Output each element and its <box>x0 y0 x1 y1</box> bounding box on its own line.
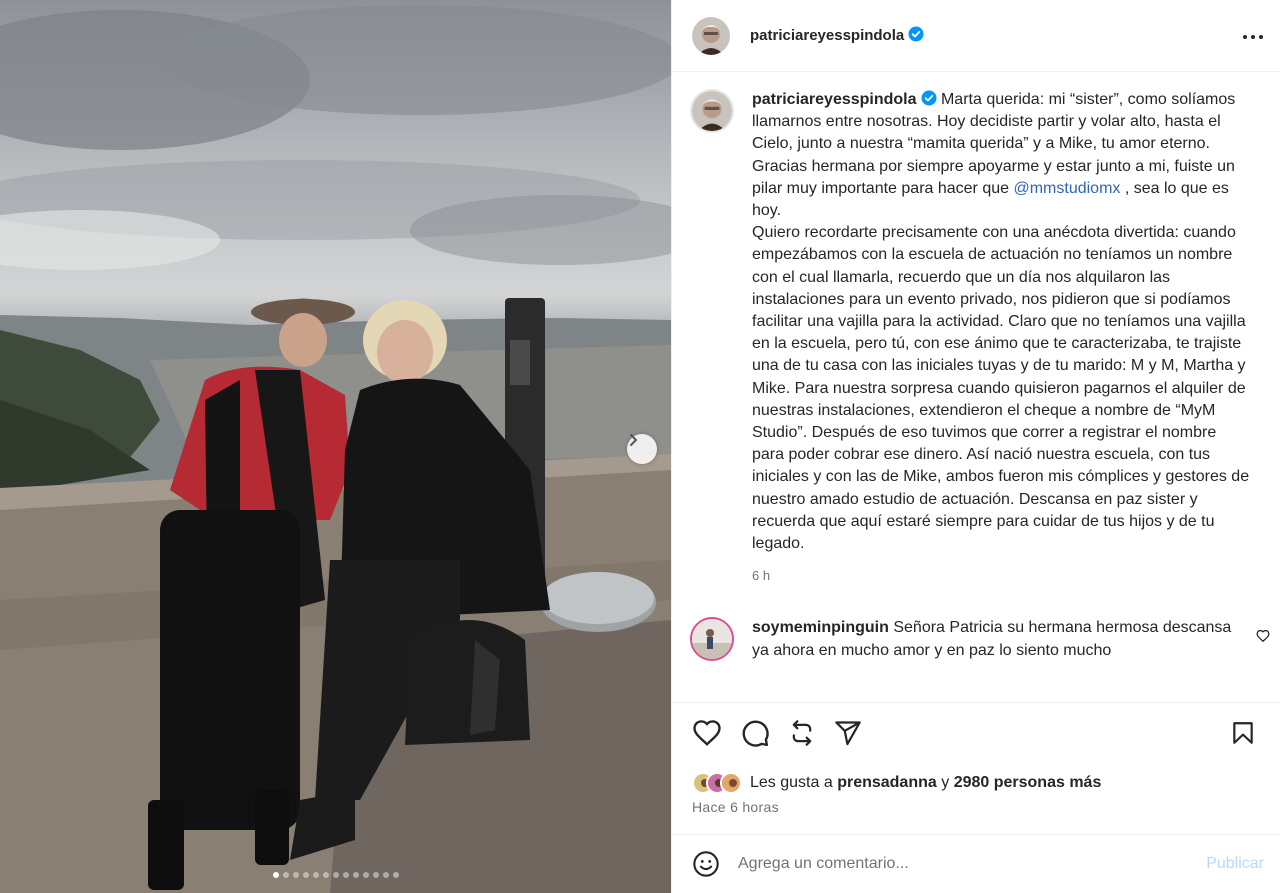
post-caption: patriciareyesspindola Marta querida: mi … <box>672 73 1280 587</box>
avatar-image <box>692 91 732 131</box>
comments-scroll-area[interactable]: patriciareyesspindola Marta querida: mi … <box>672 73 1280 703</box>
like-comment-button[interactable] <box>1256 629 1270 648</box>
comment-input[interactable] <box>738 855 1207 873</box>
caption-body: patriciareyesspindola Marta querida: mi … <box>752 89 1252 587</box>
photo-pagination <box>0 872 671 878</box>
next-photo-button[interactable] <box>627 434 657 464</box>
post-photo[interactable] <box>0 0 671 893</box>
avatar-image <box>692 16 730 55</box>
liker-username[interactable]: prensadanna <box>837 774 937 791</box>
save-button[interactable] <box>1230 719 1256 747</box>
caption-time[interactable]: 6 h <box>752 565 1252 587</box>
pagination-dot <box>282 872 289 878</box>
repost-button[interactable] <box>788 719 816 747</box>
comment-button[interactable] <box>740 718 770 748</box>
like-button[interactable] <box>692 718 722 748</box>
likes-prefix: Les gusta a <box>750 774 833 791</box>
pagination-dot <box>332 872 339 878</box>
publish-button[interactable]: Publicar <box>1206 855 1264 873</box>
share-button[interactable] <box>834 719 862 747</box>
emoji-icon <box>693 851 719 877</box>
caption-author-username[interactable]: patriciareyesspindola <box>752 91 917 108</box>
repost-icon <box>792 720 812 746</box>
pagination-dot <box>292 872 299 878</box>
add-comment-bar: Publicar <box>672 834 1280 893</box>
pagination-dot <box>322 872 329 878</box>
photo-scene <box>0 5 671 893</box>
pagination-dot <box>342 872 349 878</box>
post-actions-bar <box>692 718 1256 748</box>
author-username-link[interactable]: patriciareyesspindola <box>750 26 924 45</box>
caption-author-avatar[interactable] <box>690 89 734 133</box>
chevron-right-icon <box>630 434 638 446</box>
pagination-dot <box>302 872 309 878</box>
verified-badge-icon <box>921 90 937 106</box>
comment-bubble-icon <box>742 720 769 747</box>
commenter-username[interactable]: soymeminpinguin <box>752 619 889 636</box>
commenter-avatar[interactable] <box>690 617 734 662</box>
verified-badge-icon <box>908 26 924 42</box>
post-header: patriciareyesspindola <box>672 0 1280 72</box>
liker-avatar[interactable] <box>720 772 742 794</box>
pagination-dot <box>372 872 379 878</box>
pagination-dot <box>382 872 389 878</box>
avatar-image <box>722 774 740 792</box>
pagination-dot <box>272 872 279 878</box>
bookmark-icon <box>1233 722 1253 744</box>
mention-link[interactable]: @mmstudiomx <box>1013 180 1120 197</box>
pagination-dot <box>352 872 359 878</box>
pagination-dot <box>392 872 399 878</box>
caption-text-part2: , sea lo que es hoy. Quiero recordarte p… <box>752 179 1250 553</box>
emoji-button[interactable] <box>692 850 720 878</box>
pagination-dot <box>362 872 369 878</box>
post-timestamp[interactable]: Hace 6 horas <box>692 799 779 815</box>
likes-connector: y <box>941 774 950 791</box>
post-detail-panel: patriciareyesspindola patriciareyesspind… <box>671 0 1280 893</box>
author-avatar[interactable] <box>692 16 730 55</box>
likes-text[interactable]: Les gusta a prensadanna y 2980 personas … <box>750 774 1101 792</box>
author-username: patriciareyesspindola <box>750 27 905 44</box>
caption-text: patriciareyesspindola Marta querida: mi … <box>752 89 1252 555</box>
comment-item: soymeminpinguin Señora Patricia su herma… <box>672 587 1280 662</box>
more-options-button[interactable] <box>1242 27 1264 45</box>
avatar-image <box>692 619 732 660</box>
comment-body: soymeminpinguin Señora Patricia su herma… <box>752 617 1242 661</box>
likes-summary: Les gusta a prensadanna y 2980 personas … <box>692 772 1101 794</box>
more-options-icon <box>1243 34 1263 39</box>
pagination-dot <box>312 872 319 878</box>
send-icon <box>835 721 861 746</box>
heart-icon <box>1256 630 1270 643</box>
likes-count[interactable]: 2980 personas más <box>954 774 1102 791</box>
heart-icon <box>693 720 721 746</box>
